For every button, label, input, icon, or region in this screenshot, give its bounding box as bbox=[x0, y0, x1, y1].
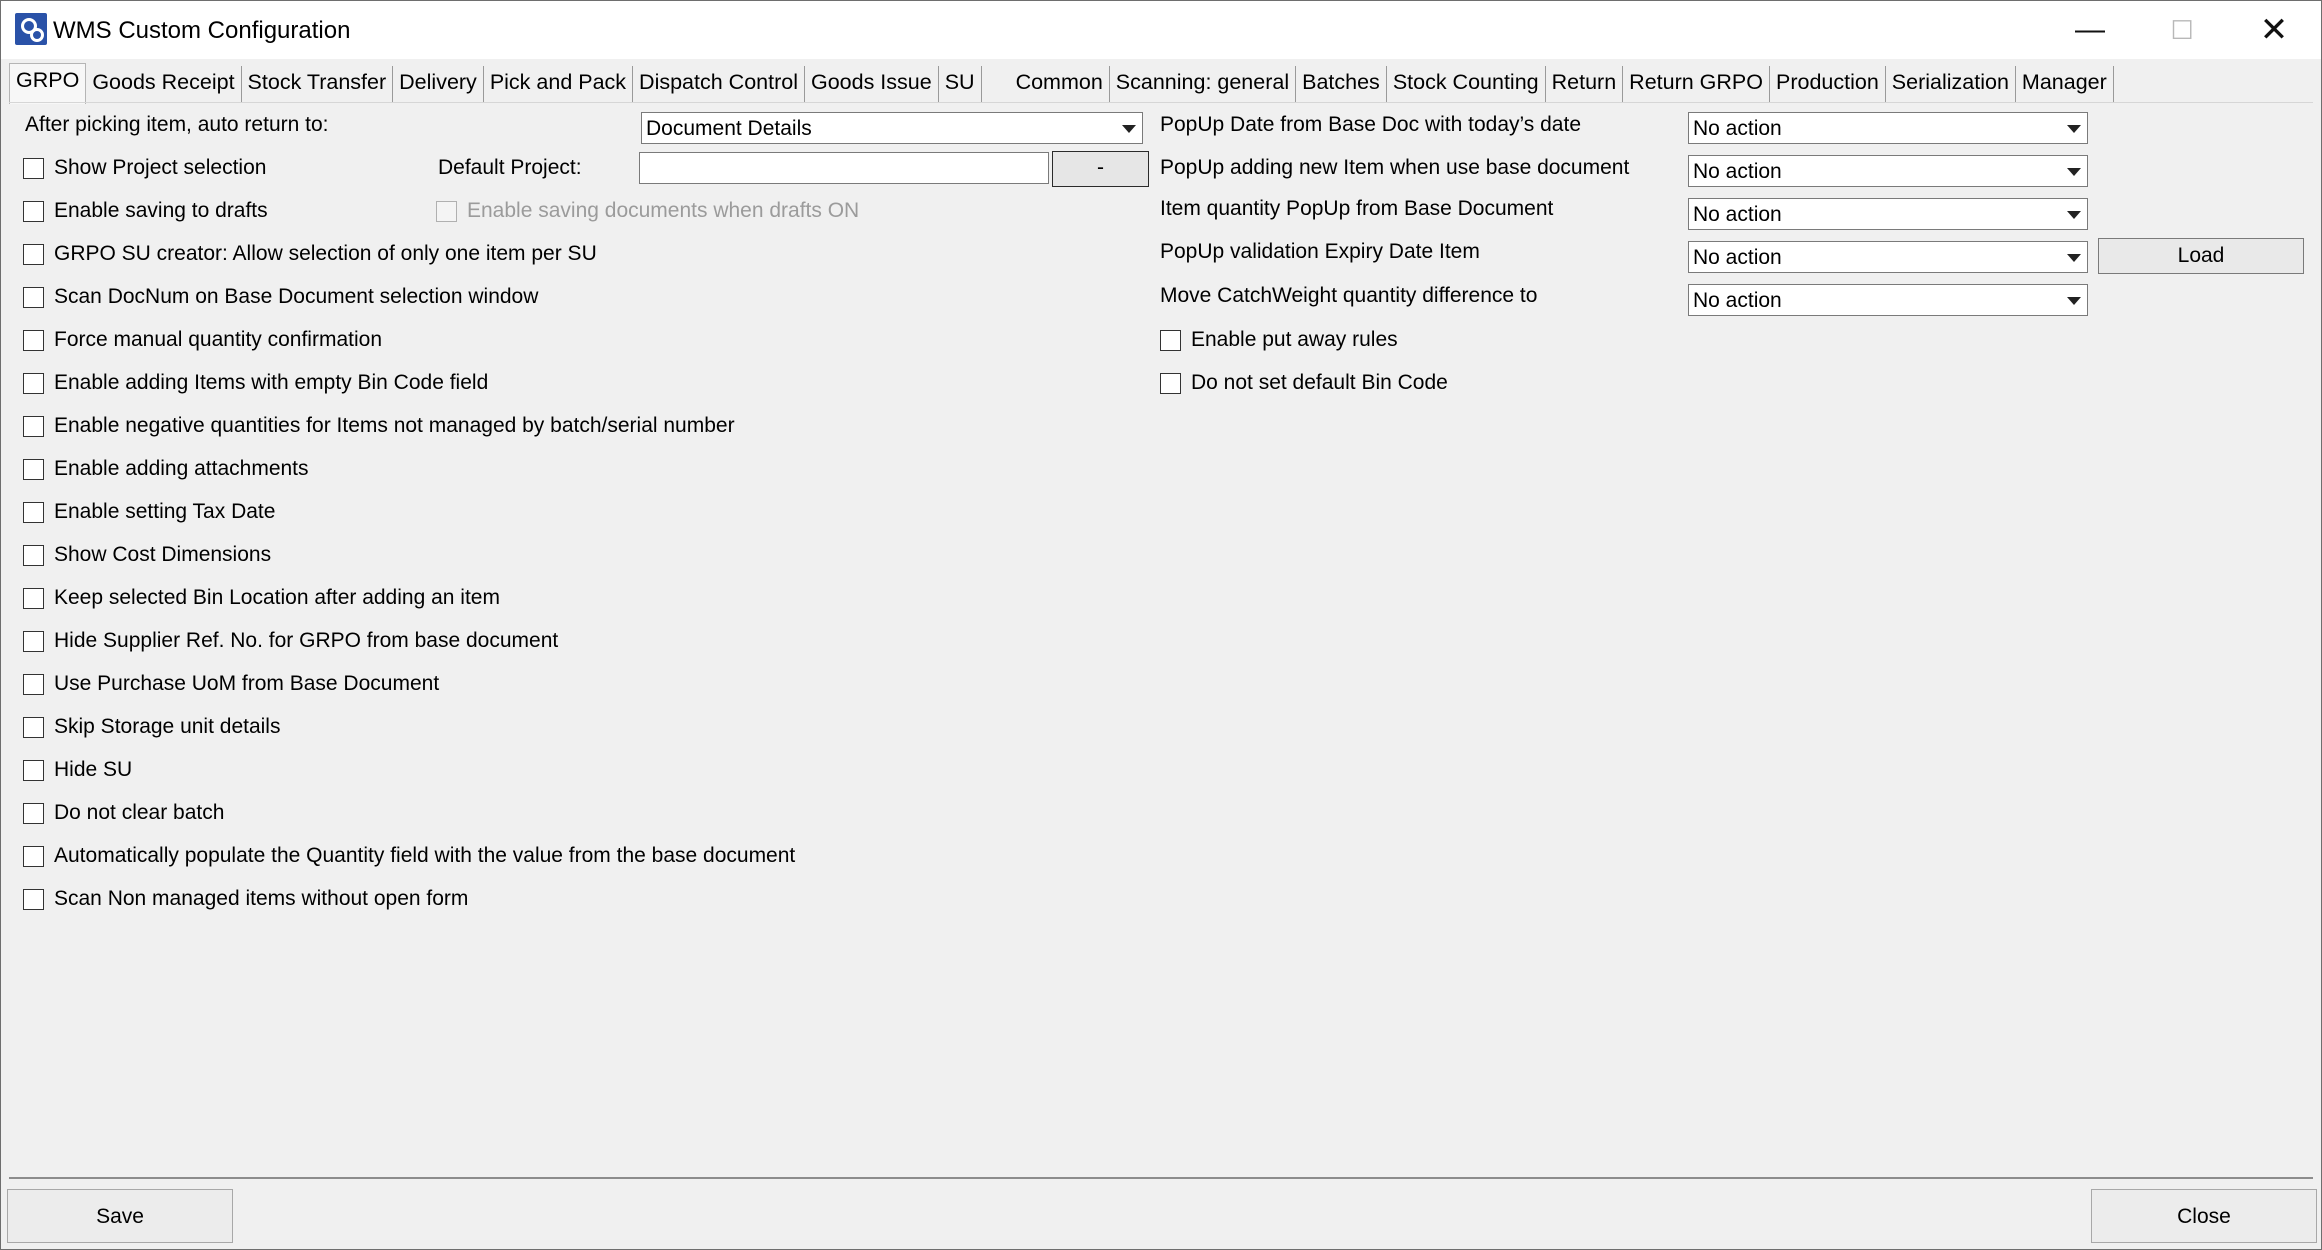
checkbox-hide-su[interactable] bbox=[23, 760, 44, 781]
catchweight-select[interactable]: No action bbox=[1688, 284, 2088, 316]
tab-dispatch-control[interactable]: Dispatch Control bbox=[633, 66, 805, 102]
checkbox-label: Enable put away rules bbox=[1191, 328, 1398, 351]
tab-stock-counting[interactable]: Stock Counting bbox=[1387, 66, 1546, 102]
dropdown-label: Item quantity PopUp from Base Document bbox=[1160, 197, 1554, 220]
tab-scanning-general[interactable]: Scanning: general bbox=[1110, 66, 1297, 102]
checkbox-label: Do not set default Bin Code bbox=[1191, 371, 1448, 394]
checkbox-empty-bin-code[interactable] bbox=[23, 373, 44, 394]
checkbox-put-away-rules[interactable] bbox=[1160, 330, 1181, 351]
chevron-down-icon bbox=[2067, 125, 2081, 133]
close-button[interactable]: Close bbox=[2091, 1189, 2317, 1243]
tab-stock-transfer[interactable]: Stock Transfer bbox=[242, 66, 394, 102]
checkbox-label: Enable setting Tax Date bbox=[54, 500, 276, 523]
tab-return[interactable]: Return bbox=[1546, 66, 1624, 102]
checkbox-scan-non-managed[interactable] bbox=[23, 889, 44, 910]
checkbox-force-manual-quantity[interactable] bbox=[23, 330, 44, 351]
checkbox-label: Force manual quantity confirmation bbox=[54, 328, 382, 351]
window-title: WMS Custom Configuration bbox=[53, 17, 351, 44]
checkbox-drafts-documents bbox=[436, 201, 457, 222]
tab-common[interactable]: Common bbox=[1010, 66, 1110, 102]
checkbox-label: Enable negative quantities for Items not… bbox=[54, 414, 735, 437]
checkbox-skip-storage-unit[interactable] bbox=[23, 717, 44, 738]
checkbox-enable-saving-to-drafts[interactable] bbox=[23, 201, 44, 222]
tab-goods-receipt[interactable]: Goods Receipt bbox=[86, 66, 242, 102]
checkbox-show-project-selection[interactable] bbox=[23, 158, 44, 179]
title-bar: WMS Custom Configuration — ☐ ✕ bbox=[1, 1, 2321, 59]
checkbox-label: Scan DocNum on Base Document selection w… bbox=[54, 285, 539, 308]
tab-production[interactable]: Production bbox=[1770, 66, 1886, 102]
expiry-date-select[interactable]: No action bbox=[1688, 241, 2088, 273]
checkbox-default-bin-code[interactable] bbox=[1160, 373, 1181, 394]
checkbox-label: Enable adding Items with empty Bin Code … bbox=[54, 371, 489, 394]
default-project-button[interactable]: - bbox=[1052, 151, 1149, 187]
load-button[interactable]: Load bbox=[2098, 238, 2304, 274]
tab-delivery[interactable]: Delivery bbox=[393, 66, 484, 102]
checkbox-label: GRPO SU creator: Allow selection of only… bbox=[54, 242, 597, 265]
tab-manager[interactable]: Manager bbox=[2016, 66, 2114, 102]
dropdown-label: Move CatchWeight quantity difference to bbox=[1160, 284, 1538, 307]
checkbox-cost-dimensions[interactable] bbox=[23, 545, 44, 566]
tab-su[interactable]: SU bbox=[939, 66, 982, 102]
checkbox-label: Enable saving to drafts bbox=[54, 199, 268, 222]
checkbox-label: Scan Non managed items without open form bbox=[54, 887, 469, 910]
auto-return-value: Document Details bbox=[646, 117, 812, 140]
dropdown-value: No action bbox=[1693, 289, 1782, 312]
checkbox-label: Use Purchase UoM from Base Document bbox=[54, 672, 440, 695]
chevron-down-icon bbox=[1122, 125, 1136, 133]
auto-return-select[interactable]: Document Details bbox=[641, 112, 1143, 144]
dropdown-value: No action bbox=[1693, 117, 1782, 140]
checkbox-keep-bin-location[interactable] bbox=[23, 588, 44, 609]
dropdown-value: No action bbox=[1693, 246, 1782, 269]
default-project-input[interactable] bbox=[639, 152, 1049, 184]
tab-serialization[interactable]: Serialization bbox=[1886, 66, 2016, 102]
tab-strip: GRPO Goods Receipt Stock Transfer Delivery P… bbox=[9, 63, 2114, 104]
quantity-popup-select[interactable]: No action bbox=[1688, 198, 2088, 230]
checkbox-label: Enable adding attachments bbox=[54, 457, 309, 480]
popup-new-item-select[interactable]: No action bbox=[1688, 155, 2088, 187]
checkbox-label: Hide Supplier Ref. No. for GRPO from bas… bbox=[54, 629, 559, 652]
tab-batches[interactable]: Batches bbox=[1296, 66, 1387, 102]
checkbox-label: Keep selected Bin Location after adding … bbox=[54, 586, 500, 609]
dropdown-value: No action bbox=[1693, 160, 1782, 183]
dropdown-label: PopUp adding new Item when use base docu… bbox=[1160, 156, 1630, 179]
chevron-down-icon bbox=[2067, 297, 2081, 305]
chevron-down-icon bbox=[2067, 254, 2081, 262]
checkbox-label: Do not clear batch bbox=[54, 801, 225, 824]
footer-divider bbox=[9, 1177, 2313, 1179]
checkbox-label: Hide SU bbox=[54, 758, 133, 781]
checkbox-label: Automatically populate the Quantity fiel… bbox=[54, 844, 796, 867]
maximize-icon[interactable]: ☐ bbox=[2135, 1, 2229, 59]
checkbox-label: Show Project selection bbox=[54, 156, 267, 179]
checkbox-label: Show Cost Dimensions bbox=[54, 543, 272, 566]
tab-return-grpo[interactable]: Return GRPO bbox=[1623, 66, 1770, 102]
auto-return-label: After picking item, auto return to: bbox=[25, 113, 329, 136]
checkbox-scan-docnum[interactable] bbox=[23, 287, 44, 308]
minimize-icon[interactable]: — bbox=[2043, 1, 2137, 59]
checkbox-purchase-uom[interactable] bbox=[23, 674, 44, 695]
checkbox-adding-attachments[interactable] bbox=[23, 459, 44, 480]
dropdown-value: No action bbox=[1693, 203, 1782, 226]
tab-grpo[interactable]: GRPO bbox=[9, 63, 87, 104]
gears-icon bbox=[15, 13, 47, 45]
dropdown-label: PopUp validation Expiry Date Item bbox=[1160, 240, 1480, 263]
popup-date-select[interactable]: No action bbox=[1688, 112, 2088, 144]
checkbox-negative-quantities[interactable] bbox=[23, 416, 44, 437]
checkbox-hide-supplier-ref[interactable] bbox=[23, 631, 44, 652]
default-project-label: Default Project: bbox=[438, 156, 582, 179]
checkbox-tax-date[interactable] bbox=[23, 502, 44, 523]
config-window: WMS Custom Configuration — ☐ ✕ GRPO Goods… bbox=[0, 0, 2322, 1250]
tab-divider bbox=[9, 102, 2313, 103]
checkbox-auto-populate-quantity[interactable] bbox=[23, 846, 44, 867]
dropdown-label: PopUp Date from Base Doc with today’s da… bbox=[1160, 113, 1581, 136]
tab-goods-issue[interactable]: Goods Issue bbox=[805, 66, 939, 102]
checkbox-label: Enable saving documents when drafts ON bbox=[467, 199, 860, 222]
checkbox-grpo-su-creator[interactable] bbox=[23, 244, 44, 265]
checkbox-label: Skip Storage unit details bbox=[54, 715, 281, 738]
close-icon[interactable]: ✕ bbox=[2227, 1, 2321, 59]
checkbox-do-not-clear-batch[interactable] bbox=[23, 803, 44, 824]
chevron-down-icon bbox=[2067, 168, 2081, 176]
chevron-down-icon bbox=[2067, 211, 2081, 219]
save-button[interactable]: Save bbox=[7, 1189, 233, 1243]
tab-pick-and-pack[interactable]: Pick and Pack bbox=[484, 66, 634, 102]
